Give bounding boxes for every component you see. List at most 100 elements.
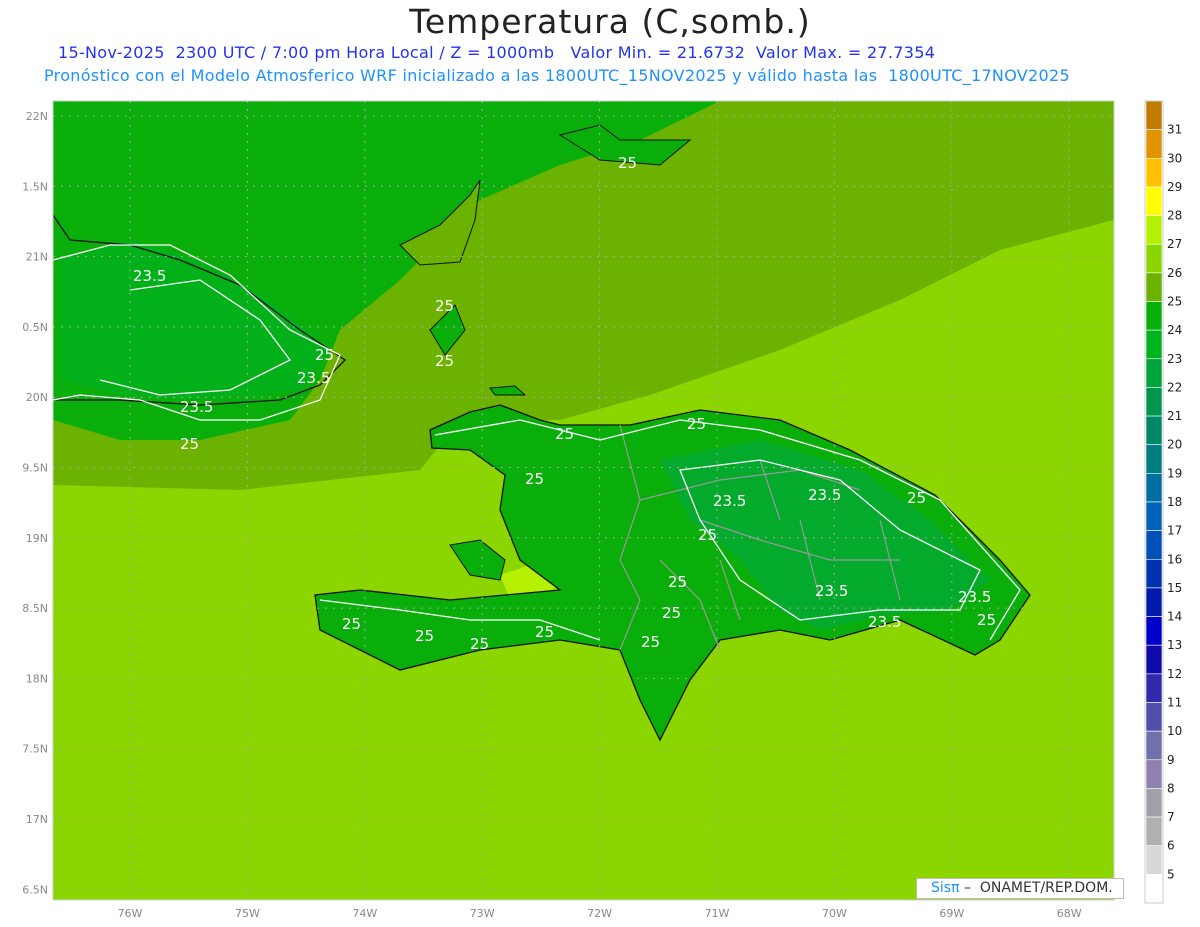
colorbar-label: 29 <box>1167 180 1182 194</box>
colorbar-label: 26 <box>1167 266 1182 280</box>
lat-tick-label: 9.5N <box>22 462 48 475</box>
colorbar-swatch <box>1145 702 1163 732</box>
colorbar-swatch <box>1145 358 1163 388</box>
lat-tick-label: 22N <box>26 110 48 123</box>
lat-tick-label: 19N <box>26 532 48 545</box>
lon-tick-label: 70W <box>822 907 847 920</box>
colorbar-swatch <box>1145 788 1163 818</box>
contour-label: 23.5 <box>815 582 848 600</box>
contour-label: 25 <box>525 470 544 488</box>
colorbar: 31 30 29 28 27 26 25 24 23 22 21 20 19 18 17 16 15 14 13 12… <box>1144 100 1182 904</box>
colorbar-swatch <box>1145 874 1163 904</box>
colorbar-swatch <box>1145 100 1163 130</box>
colorbar-label: 31 <box>1167 123 1182 137</box>
colorbar-label: 22 <box>1167 380 1182 394</box>
colorbar-label: 10 <box>1167 724 1182 738</box>
colorbar-label: 17 <box>1167 524 1182 538</box>
colorbar-label: 15 <box>1167 581 1182 595</box>
lon-tick-label: 72W <box>587 907 612 920</box>
colorbar-swatch <box>1145 301 1163 331</box>
colorbar-swatch <box>1145 616 1163 646</box>
colorbar-swatch <box>1145 415 1163 446</box>
lat-tick-label: 8.5N <box>22 602 48 615</box>
contour-label: 23.5 <box>713 492 746 510</box>
contour-label: 25 <box>641 633 660 651</box>
colorbar-swatch <box>1145 272 1163 302</box>
colorbar-swatch <box>1145 816 1163 847</box>
lat-tick-label: 20N <box>26 391 48 404</box>
colorbar-label: 18 <box>1167 495 1182 509</box>
contour-label: 25 <box>907 489 926 507</box>
colorbar-swatch <box>1145 473 1163 503</box>
credit-box: Sisπ – ONAMET/REP.DOM. <box>916 878 1124 899</box>
lon-tick-label: 73W <box>470 907 495 920</box>
colorbar-label: 13 <box>1167 638 1182 652</box>
colorbar-swatch <box>1145 644 1163 675</box>
contour-label: 25 <box>687 415 706 433</box>
lon-tick-label: 71W <box>705 907 730 920</box>
colorbar-swatch <box>1145 444 1163 474</box>
colorbar-swatch <box>1145 215 1163 245</box>
sispi-logo: Sisπ <box>931 880 960 896</box>
contour-label: 25 <box>342 615 361 633</box>
lon-tick-label: 75W <box>235 907 260 920</box>
contour-label: 25 <box>977 611 996 629</box>
colorbar-label: 19 <box>1167 466 1182 480</box>
colorbar-swatch <box>1145 730 1163 761</box>
contour-label: 25 <box>662 604 681 622</box>
contour-label: 23.5 <box>868 613 901 631</box>
colorbar-swatch <box>1145 157 1163 188</box>
colorbar-swatch <box>1145 558 1163 589</box>
colorbar-label: 5 <box>1167 867 1175 881</box>
lon-tick-label: 69W <box>939 907 964 920</box>
credit-text: – ONAMET/REP.DOM. <box>959 880 1113 896</box>
colorbar-swatch <box>1145 329 1163 360</box>
contour-label: 25 <box>698 526 717 544</box>
colorbar-label: 16 <box>1167 552 1182 566</box>
lat-tick-label: 1.5N <box>22 180 48 193</box>
colorbar-label: 7 <box>1167 810 1175 824</box>
contour-label: 25 <box>618 154 637 172</box>
colorbar-swatch <box>1145 587 1163 617</box>
colorbar-swatch <box>1145 759 1163 789</box>
subtitle-datetime: 15-Nov-2025 2300 UTC / 7:00 pm Hora Loca… <box>58 43 936 62</box>
colorbar-swatch <box>1145 530 1163 560</box>
contour-label: 23.5 <box>133 267 166 285</box>
colorbar-label: 11 <box>1167 696 1182 710</box>
colorbar-label: 14 <box>1167 610 1182 624</box>
colorbar-swatch <box>1145 673 1163 703</box>
lat-tick-label: 18N <box>26 672 48 685</box>
colorbar-label: 24 <box>1167 323 1182 337</box>
colorbar-swatch <box>1145 501 1163 531</box>
colorbar-label: 23 <box>1167 352 1182 366</box>
subtitle-model-info: Pronóstico con el Modelo Atmosferico WRF… <box>44 66 1070 85</box>
contour-label: 23.5 <box>297 369 330 387</box>
colorbar-label: 25 <box>1167 295 1182 309</box>
colorbar-swatch <box>1145 129 1163 159</box>
colorbar-swatch <box>1145 387 1163 417</box>
contour-label: 25 <box>435 352 454 370</box>
contour-label: 25 <box>668 573 687 591</box>
contour-label: 25 <box>555 425 574 443</box>
colorbar-label: 30 <box>1167 151 1182 165</box>
colorbar-label: 12 <box>1167 667 1182 681</box>
lat-tick-label: 21N <box>26 251 48 264</box>
colorbar-swatch <box>1145 186 1163 216</box>
colorbar-label: 9 <box>1167 753 1175 767</box>
contour-label: 23.5 <box>180 398 213 416</box>
lat-tick-label: 0.5N <box>22 321 48 334</box>
colorbar-label: 21 <box>1167 409 1182 423</box>
contour-label: 25 <box>470 635 489 653</box>
map-plot-area: 25 23.5 25 25 25 23.5 23.5 25 25 25 25 2… <box>52 101 1114 900</box>
colorbar-swatch <box>1145 243 1163 274</box>
contour-label: 25 <box>435 297 454 315</box>
chart-title: Temperatura (C,somb.) <box>409 2 811 41</box>
contour-label-extra: 23.5 <box>958 588 991 606</box>
lon-tick-label: 68W <box>1057 907 1082 920</box>
colorbar-label: 6 <box>1167 839 1175 853</box>
lat-tick-label: 6.5N <box>22 883 48 896</box>
colorbar-label: 27 <box>1167 237 1182 251</box>
colorbar-label: 8 <box>1167 781 1175 795</box>
lon-tick-label: 76W <box>118 907 143 920</box>
contour-label: 25 <box>415 627 434 645</box>
